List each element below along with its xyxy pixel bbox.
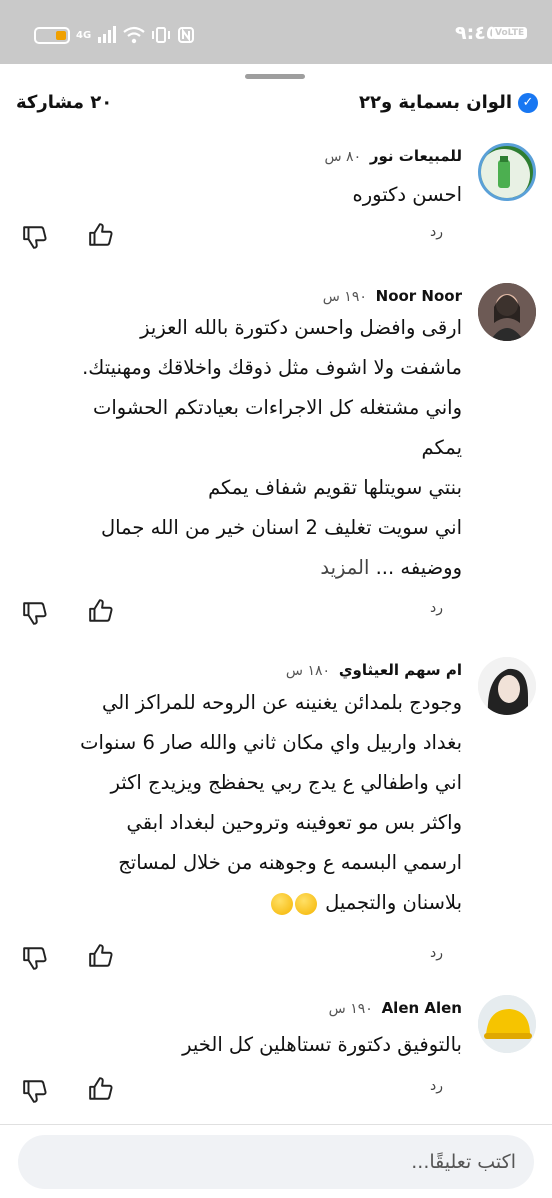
comment-header: ام سهم العيثاوي ١٨٠ س (286, 661, 462, 679)
commenter-name[interactable]: ام سهم العيثاوي (339, 661, 462, 679)
nfc-icon (178, 27, 195, 43)
comment-body: احسن دكتوره (20, 175, 462, 215)
reply-button[interactable]: رد (430, 945, 443, 961)
page-name-row[interactable]: ✓ الوان بسماية و٢٢ (359, 92, 538, 113)
verified-badge-icon: ✓ (518, 92, 538, 113)
comment-line: بلاسنان والتجميل (20, 883, 462, 923)
comment-line: بالتوفيق دكتورة تستاهلين كل الخير (182, 1033, 462, 1056)
reply-button[interactable]: رد (430, 224, 443, 240)
comment-actions: رد (0, 222, 552, 252)
battery-icon (34, 26, 70, 44)
status-icons: 4G (34, 24, 195, 46)
comment-composer-bar: اكتب تعليقًا... (0, 1124, 552, 1198)
network-4g-label: 4G (76, 29, 92, 41)
drag-handle[interactable] (245, 74, 305, 79)
comment-actions: رد (0, 1076, 552, 1106)
like-icon[interactable] (88, 943, 114, 969)
comment-line: اني واطفالي ع يدج ربي يحفظج ويزيدج اكثر (110, 771, 463, 794)
dislike-icon[interactable] (22, 600, 48, 626)
signal-icon (98, 26, 117, 43)
comment-input[interactable]: اكتب تعليقًا... (18, 1135, 534, 1189)
commenter-name[interactable]: Noor Noor (376, 287, 462, 305)
page-name[interactable]: الوان بسماية و٢٢ (359, 92, 512, 113)
share-count[interactable]: ٢٠ مشاركة (16, 92, 112, 113)
post-header: ✓ الوان بسماية و٢٢ ٢٠ مشاركة (0, 92, 552, 122)
comment-line: بنتي سويتلها تقويم شفاف يمكم (208, 476, 462, 499)
dislike-icon[interactable] (22, 224, 48, 250)
comment-input-placeholder: اكتب تعليقًا... (411, 1151, 516, 1173)
comment-time: ٨٠ س (324, 149, 362, 165)
comment-header: للمبيعات نور ٨٠ س (325, 147, 463, 165)
comment: ام سهم العيثاوي ١٨٠ س وجودج بلمدائن يغني… (0, 657, 552, 957)
comment-actions: رد (0, 598, 552, 628)
reply-button[interactable]: رد (430, 600, 443, 616)
vibrate-icon (152, 27, 171, 43)
comments-sheet: ✓ الوان بسماية و٢٢ ٢٠ مشاركة للمبيعات نو… (0, 64, 552, 1198)
avatar[interactable] (478, 995, 536, 1053)
comment: Noor Noor ١٩٠ س ارقى وافضل واحسن دكتورة … (0, 283, 552, 603)
kissing-face-emoji-icon (294, 892, 317, 915)
avatar[interactable] (478, 657, 536, 715)
comment-body: وجودج بلمدائن يغنينه عن الروحه للمراكز ا… (20, 683, 462, 923)
comment-header: Alen Alen ١٩٠ س (329, 999, 462, 1017)
like-icon[interactable] (88, 598, 114, 624)
comment-line-text: ووضيفه ... (375, 556, 462, 579)
comment-line: احسن دكتوره (352, 183, 462, 206)
comment-time: ١٩٠ س (322, 289, 367, 305)
comment-line: بغداد واربيل واي مكان ثاني والله صار 6 س… (80, 731, 462, 754)
like-icon[interactable] (88, 222, 114, 248)
comment-line: وجودج بلمدائن يغنينه عن الروحه للمراكز ا… (101, 691, 462, 714)
status-bar: 4G ٩:٤٥ VoLTE (0, 0, 552, 64)
commenter-name[interactable]: Alen Alen (382, 999, 462, 1017)
comment-line: ووضيفه ... المزيد (20, 548, 462, 588)
commenter-name[interactable]: للمبيعات نور (370, 147, 462, 165)
comment-line: واكثر بس مو تعوفينه وتروحين لبغداد ابقي (126, 811, 462, 834)
comment-time: ١٩٠ س (328, 1001, 373, 1017)
dislike-icon[interactable] (22, 945, 48, 971)
comment-header: Noor Noor ١٩٠ س (323, 287, 462, 305)
comment-line-text: بلاسنان والتجميل (325, 891, 462, 914)
comment-line: اني سويت تغليف 2 اسنان خير من الله جمال (100, 516, 462, 539)
comment-actions: رد (0, 943, 552, 973)
comment-body: ارقى وافضل واحسن دكتورة بالله العزيز ماش… (20, 308, 462, 588)
comment-line: يمكم (421, 436, 462, 459)
wifi-icon (123, 26, 145, 44)
avatar[interactable] (478, 283, 536, 341)
comment-line: ماشفت ولا اشوف مثل ذوقك واخلاقك ومهنيتك. (82, 356, 462, 379)
reply-button[interactable]: رد (430, 1078, 443, 1094)
comment-line: واني مشتغله كل الاجراءات بعيادتكم الحشوا… (92, 396, 462, 419)
comment-line: ارقى وافضل واحسن دكتورة بالله العزيز (140, 316, 462, 339)
dislike-icon[interactable] (22, 1078, 48, 1104)
kissing-face-emoji-icon (270, 892, 293, 915)
comment-line: ارسمي البسمه ع وجوهنه من خلال لمساتج (118, 851, 462, 874)
like-icon[interactable] (88, 1076, 114, 1102)
see-more-link[interactable]: المزيد (320, 556, 369, 579)
volte-badge: VoLTE (492, 27, 528, 39)
comment-body: بالتوفيق دكتورة تستاهلين كل الخير (20, 1025, 462, 1065)
comment-time: ١٨٠ س (285, 663, 331, 679)
avatar[interactable] (478, 143, 536, 201)
